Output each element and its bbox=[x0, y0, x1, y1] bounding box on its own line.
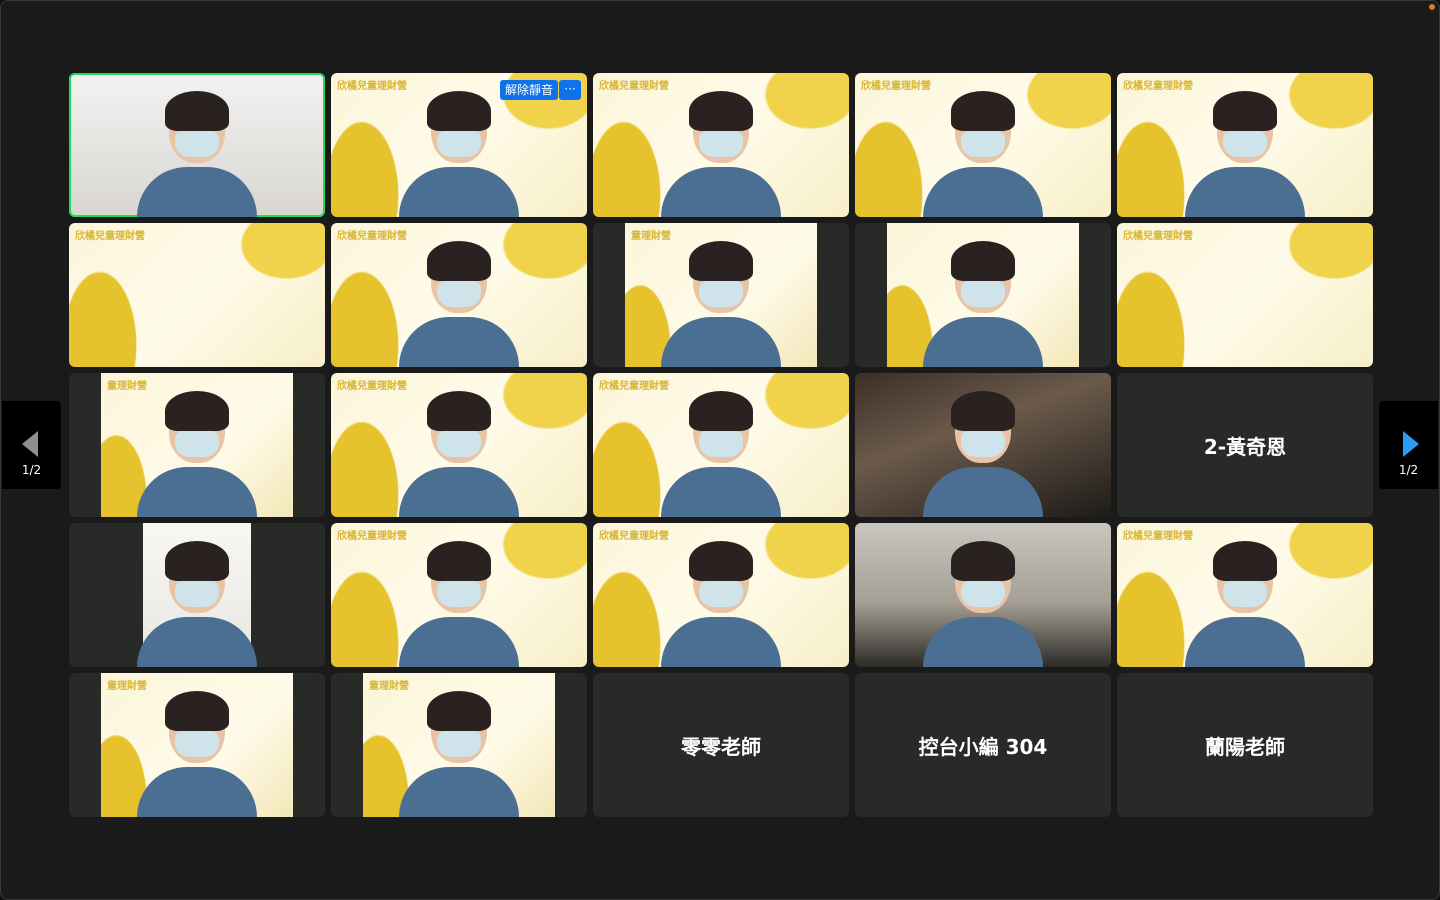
next-page-button[interactable]: 1/2 bbox=[1379, 401, 1438, 489]
participant-tile[interactable]: 零零老師 bbox=[593, 673, 849, 817]
next-page-indicator: 1/2 bbox=[1398, 463, 1419, 477]
participant-video bbox=[1185, 87, 1305, 217]
virtual-background-watermark: 欣橘兒童理財營 bbox=[75, 231, 145, 242]
participant-tile[interactable] bbox=[69, 73, 325, 217]
participant-video bbox=[137, 687, 257, 817]
participant-video bbox=[399, 237, 519, 367]
participant-name: 2-黃奇恩 bbox=[1203, 434, 1287, 459]
participant-tile[interactable]: 欣橘兒童理財營 bbox=[331, 523, 587, 667]
virtual-background-watermark: 欣橘兒童理財營 bbox=[1123, 531, 1193, 542]
participant-video bbox=[661, 87, 781, 217]
video-feed bbox=[137, 523, 257, 667]
participant-tile[interactable]: 欣橘兒童理財營 bbox=[1117, 223, 1373, 367]
participant-video bbox=[923, 237, 1043, 367]
participant-tile[interactable]: 欣橘兒童理財營 bbox=[331, 223, 587, 367]
more-options-button[interactable]: ··· bbox=[559, 80, 581, 100]
participant-name: 控台小編 304 bbox=[918, 734, 1048, 759]
participant-video bbox=[661, 387, 781, 517]
virtual-background-watermark: 欣橘兒童理財營 bbox=[337, 531, 407, 542]
virtual-background-watermark: 欣橘兒童理財營 bbox=[337, 81, 407, 92]
participant-tile[interactable]: 欣橘兒童理財營 bbox=[331, 373, 587, 517]
virtual-background-watermark: 欣橘兒童理財營 bbox=[1123, 231, 1193, 242]
participant-tile[interactable]: 欣橘兒童理財營 bbox=[1117, 73, 1373, 217]
participant-video bbox=[923, 537, 1043, 667]
virtual-background-watermark: 欣橘兒童理財營 bbox=[599, 531, 669, 542]
virtual-background-watermark: 欣橘兒童理財營 bbox=[599, 381, 669, 392]
virtual-background-watermark: 欣橘兒童理財營 bbox=[861, 81, 931, 92]
participant-video bbox=[137, 537, 257, 667]
participant-video bbox=[923, 387, 1043, 517]
participant-tile[interactable]: 蘭陽老師 bbox=[1117, 673, 1373, 817]
virtual-background-watermark: 欣橘兒童理財營 bbox=[337, 231, 407, 242]
participant-tile[interactable]: 控台小編 304 bbox=[855, 673, 1111, 817]
participant-tile[interactable] bbox=[855, 223, 1111, 367]
video-feed: 童理財營 bbox=[101, 673, 293, 817]
participant-video bbox=[399, 387, 519, 517]
participant-video bbox=[137, 87, 257, 217]
video-feed bbox=[887, 223, 1079, 367]
chevron-left-icon bbox=[22, 431, 38, 457]
participant-tile[interactable]: 欣橘兒童理財營 bbox=[69, 223, 325, 367]
virtual-background-watermark: 欣橘兒童理財營 bbox=[1123, 81, 1193, 92]
participant-tile[interactable]: 欣橘兒童理財營 bbox=[855, 73, 1111, 217]
unmute-button[interactable]: 解除靜音 bbox=[500, 80, 559, 100]
participant-video bbox=[399, 87, 519, 217]
participant-tile[interactable] bbox=[855, 523, 1111, 667]
virtual-background-watermark: 欣橘兒童理財營 bbox=[599, 81, 669, 92]
video-feed: 童理財營 bbox=[625, 223, 817, 367]
participant-tile[interactable] bbox=[855, 373, 1111, 517]
participant-tile[interactable] bbox=[69, 523, 325, 667]
participant-video bbox=[661, 237, 781, 367]
participant-name: 蘭陽老師 bbox=[1205, 734, 1285, 759]
participant-tile[interactable]: 童理財營 bbox=[331, 673, 587, 817]
previous-page-indicator: 1/2 bbox=[21, 463, 42, 477]
participant-tile[interactable]: 欣橘兒童理財營 解除靜音 ··· bbox=[331, 73, 587, 217]
virtual-background-watermark: 欣橘兒童理財營 bbox=[337, 381, 407, 392]
participant-video bbox=[137, 387, 257, 517]
participant-video bbox=[399, 537, 519, 667]
participant-tile[interactable]: 欣橘兒童理財營 bbox=[593, 373, 849, 517]
participant-video bbox=[399, 687, 519, 817]
previous-page-button[interactable]: 1/2 bbox=[2, 401, 61, 489]
participant-tile[interactable]: 2-黃奇恩 bbox=[1117, 373, 1373, 517]
participant-name: 零零老師 bbox=[681, 734, 761, 759]
recording-indicator bbox=[1429, 4, 1435, 10]
participant-video bbox=[923, 87, 1043, 217]
participant-tile[interactable]: 欣橘兒童理財營 bbox=[1117, 523, 1373, 667]
chevron-right-icon bbox=[1403, 431, 1419, 457]
video-feed: 童理財營 bbox=[363, 673, 555, 817]
participant-video bbox=[661, 537, 781, 667]
participant-tile[interactable]: 童理財營 bbox=[69, 373, 325, 517]
gallery-grid: 欣橘兒童理財營 解除靜音 ··· 欣橘兒童理財營 欣橘兒童理財營 欣橘兒童理財營 欣橘兒童理… bbox=[69, 73, 1373, 817]
participant-tile[interactable]: 童理財營 bbox=[593, 223, 849, 367]
video-feed: 童理財營 bbox=[101, 373, 293, 517]
participant-tile[interactable]: 童理財營 bbox=[69, 673, 325, 817]
participant-video bbox=[1185, 537, 1305, 667]
participant-tile[interactable]: 欣橘兒童理財營 bbox=[593, 523, 849, 667]
zoom-gallery-window: 欣橘兒童理財營 解除靜音 ··· 欣橘兒童理財營 欣橘兒童理財營 欣橘兒童理財營 欣橘兒童理… bbox=[0, 0, 1440, 900]
participant-tile[interactable]: 欣橘兒童理財營 bbox=[593, 73, 849, 217]
